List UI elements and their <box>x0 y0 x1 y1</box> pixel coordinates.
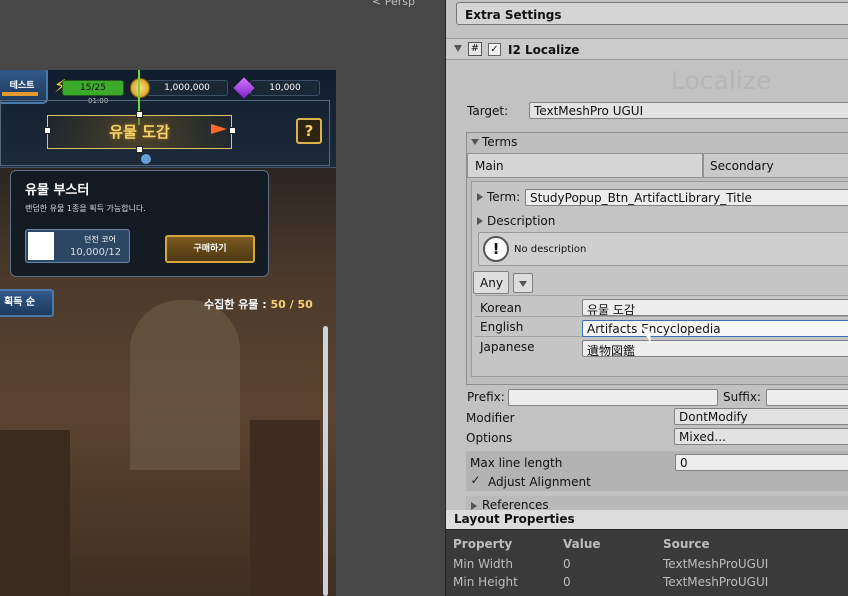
rect-handle-left[interactable] <box>44 127 51 134</box>
info-icon: ! <box>483 236 509 262</box>
column-header-value: Value <box>563 537 601 551</box>
booster-title: 유물 부스터 <box>25 183 90 198</box>
collected-value: 50 / 50 <box>270 298 313 311</box>
terms-label[interactable]: Terms <box>482 135 517 149</box>
term-dropdown[interactable]: StudyPopup_Btn_ArtifactLibrary_Title <box>525 189 848 206</box>
rect-handle-top[interactable] <box>136 111 143 118</box>
core-label: 던전 코어 <box>84 235 116 244</box>
no-description-text: No description <box>514 244 587 255</box>
platform-dropdown[interactable] <box>513 273 533 293</box>
core-value: 10,000/12 <box>70 247 122 258</box>
inspector-panel: Extra Settings # ✓ I2 Localize Localize … <box>445 0 848 596</box>
i2-localize-header[interactable]: # ✓ I2 Localize <box>446 38 848 60</box>
max-line-label: Max line length <box>470 456 563 470</box>
tab-secondary[interactable]: Secondary <box>703 153 848 178</box>
layout-properties-panel: Layout Properties Property Value Source … <box>446 510 848 596</box>
chevron-down-icon <box>519 281 527 287</box>
table-cell: TextMeshProUGUI <box>663 557 769 571</box>
prefix-label: Prefix: <box>467 390 505 404</box>
table-cell: 0 <box>563 557 571 571</box>
column-header-property: Property <box>453 537 513 551</box>
rect-handle-right[interactable] <box>229 127 236 134</box>
component-title: I2 Localize <box>508 43 580 57</box>
bookshelf-right <box>250 420 320 596</box>
scene-view[interactable]: < Persp 테스트 ⚡ 15/25 01:00 1,000,000 10,0… <box>0 0 445 596</box>
component-enabled-checkbox[interactable]: ✓ <box>488 43 501 56</box>
collected-count: 수집한 유물 : 50 / 50 <box>204 296 313 312</box>
adjust-alignment-label: Adjust Alignment <box>488 475 591 489</box>
test-button[interactable]: 테스트 <box>0 70 48 104</box>
dungeon-core-box: 던전 코어 10,000/12 <box>25 229 130 263</box>
adjust-alignment-checkbox[interactable]: ✓ <box>469 474 482 488</box>
list-scrollbar[interactable] <box>323 326 328 596</box>
layout-properties-title[interactable]: Layout Properties <box>446 510 848 530</box>
test-button-label: 테스트 <box>9 81 35 91</box>
table-cell: 0 <box>563 575 571 589</box>
help-button[interactable]: ? <box>296 118 322 144</box>
collected-label: 수집한 유물 : <box>204 298 271 311</box>
bookshelf-left <box>0 430 70 596</box>
booster-panel: 유물 부스터 랜덤한 유물 1종을 획득 가능합니다. 던전 코어 10,000… <box>10 170 269 277</box>
platform-any-button[interactable]: Any <box>473 271 509 294</box>
tab-main[interactable]: Main <box>467 153 703 178</box>
coin-icon <box>130 78 150 98</box>
translation-japanese[interactable]: 遺物図鑑 <box>582 340 848 357</box>
buy-button[interactable]: 구매하기 <box>165 235 255 263</box>
extra-settings-header[interactable]: Extra Settings <box>456 2 848 25</box>
translation-english[interactable]: Artifacts Encyclopedia <box>582 320 848 337</box>
table-row-min-height: Min Height <box>453 575 518 589</box>
modifier-dropdown[interactable]: DontModify <box>674 408 848 425</box>
translation-korean[interactable]: 유물 도감 <box>582 299 848 316</box>
prefix-input[interactable] <box>508 389 718 406</box>
foldout-arrow-icon[interactable] <box>454 45 462 52</box>
stamina-counter: 15/25 <box>62 80 124 96</box>
target-label: Target: <box>467 104 509 118</box>
pivot-handle[interactable] <box>141 154 151 164</box>
booster-description: 랜덤한 유물 1종을 획득 가능합니다. <box>25 204 146 213</box>
language-name-english: English <box>480 320 524 334</box>
references-foldout-icon <box>471 502 477 510</box>
suffix-input[interactable] <box>766 389 848 406</box>
description-label[interactable]: Description <box>487 214 555 228</box>
max-line-input[interactable]: 0 <box>675 454 848 471</box>
script-icon: # <box>468 42 482 56</box>
options-label: Options <box>466 431 513 445</box>
suffix-label: Suffix: <box>723 390 761 404</box>
options-dropdown[interactable]: Mixed... <box>674 428 848 445</box>
description-foldout-icon[interactable] <box>477 217 483 225</box>
table-row-min-width: Min Width <box>453 557 513 571</box>
modifier-label: Modifier <box>466 411 515 425</box>
rect-handle-bottom[interactable] <box>136 146 143 153</box>
game-top-bar: 테스트 ⚡ 15/25 01:00 1,000,000 10,000 유물 도감… <box>0 70 336 168</box>
target-dropdown[interactable]: TextMeshPro UGUI <box>529 102 848 119</box>
page-title[interactable]: 유물 도감 <box>47 115 232 149</box>
move-gizmo-x-arrow-icon[interactable] <box>211 124 227 134</box>
table-cell: TextMeshProUGUI <box>663 575 769 589</box>
language-name-japanese: Japanese <box>480 340 535 354</box>
lang-divider <box>475 316 848 317</box>
core-icon <box>28 232 54 260</box>
description-info-box: ! No description <box>478 232 848 266</box>
terms-foldout-icon[interactable] <box>471 139 479 145</box>
column-header-source: Source <box>663 537 710 551</box>
term-foldout-icon[interactable] <box>477 193 483 201</box>
perspective-label[interactable]: < Persp <box>372 0 415 8</box>
game-preview: 테스트 ⚡ 15/25 01:00 1,000,000 10,000 유물 도감… <box>0 70 336 596</box>
language-name-korean: Korean <box>480 301 522 315</box>
gold-counter: 1,000,000 <box>146 80 228 96</box>
gem-counter: 10,000 <box>250 80 320 96</box>
window-arch <box>130 300 240 470</box>
sort-button[interactable]: 획득 순 <box>0 289 54 317</box>
test-progress-bar <box>2 92 38 96</box>
term-label: Term: <box>487 190 521 204</box>
localize-watermark: Localize <box>671 66 772 95</box>
